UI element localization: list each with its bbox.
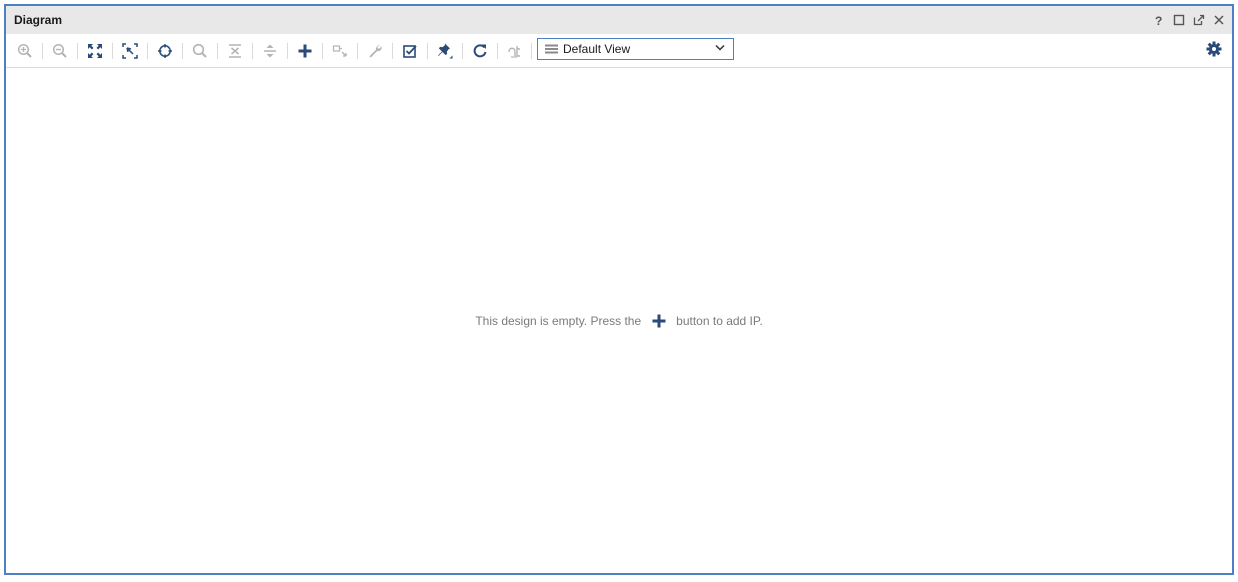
svg-text:?: ? xyxy=(1155,14,1162,26)
make-external-icon[interactable] xyxy=(331,42,349,60)
view-select-value: Default View xyxy=(563,42,631,56)
validate-design-icon[interactable] xyxy=(401,42,419,60)
zoom-fit-icon[interactable] xyxy=(86,42,104,60)
regenerate-layout-icon[interactable] xyxy=(471,42,489,60)
auto-fit-selection-icon[interactable] xyxy=(156,42,174,60)
diagram-toolbar: Default View xyxy=(6,34,1232,68)
diagram-window: Diagram ? Default View This design is em… xyxy=(4,4,1234,575)
window-controls: ? xyxy=(1152,11,1226,29)
close-icon[interactable] xyxy=(1212,13,1226,27)
expand-all-icon[interactable] xyxy=(261,42,279,60)
empty-design-message: This design is empty. Press the button t… xyxy=(6,312,1232,330)
zoom-out-icon[interactable] xyxy=(51,42,69,60)
add-ip-icon[interactable] xyxy=(296,42,314,60)
view-select[interactable]: Default View xyxy=(537,38,734,60)
window-title: Diagram xyxy=(14,13,63,27)
help-icon[interactable]: ? xyxy=(1152,13,1166,27)
wrench-icon[interactable] xyxy=(366,42,384,60)
gear-icon[interactable] xyxy=(1206,41,1222,62)
search-icon[interactable] xyxy=(191,42,209,60)
chevron-down-icon xyxy=(715,44,725,51)
zoom-in-icon[interactable] xyxy=(16,42,34,60)
add-ip-hint-icon xyxy=(650,312,668,330)
empty-message-text-after: button to add IP. xyxy=(676,314,763,328)
view-list-icon xyxy=(545,44,558,54)
window-titlebar: Diagram ? xyxy=(6,6,1232,34)
empty-message-text-before: This design is empty. Press the xyxy=(475,314,642,328)
float-icon[interactable] xyxy=(1192,13,1206,27)
collapse-all-icon[interactable] xyxy=(226,42,244,60)
optimize-routing-icon[interactable] xyxy=(506,42,524,60)
zoom-area-icon[interactable] xyxy=(121,42,139,60)
pin-icon[interactable] xyxy=(436,42,454,60)
maximize-icon[interactable] xyxy=(1172,13,1186,27)
